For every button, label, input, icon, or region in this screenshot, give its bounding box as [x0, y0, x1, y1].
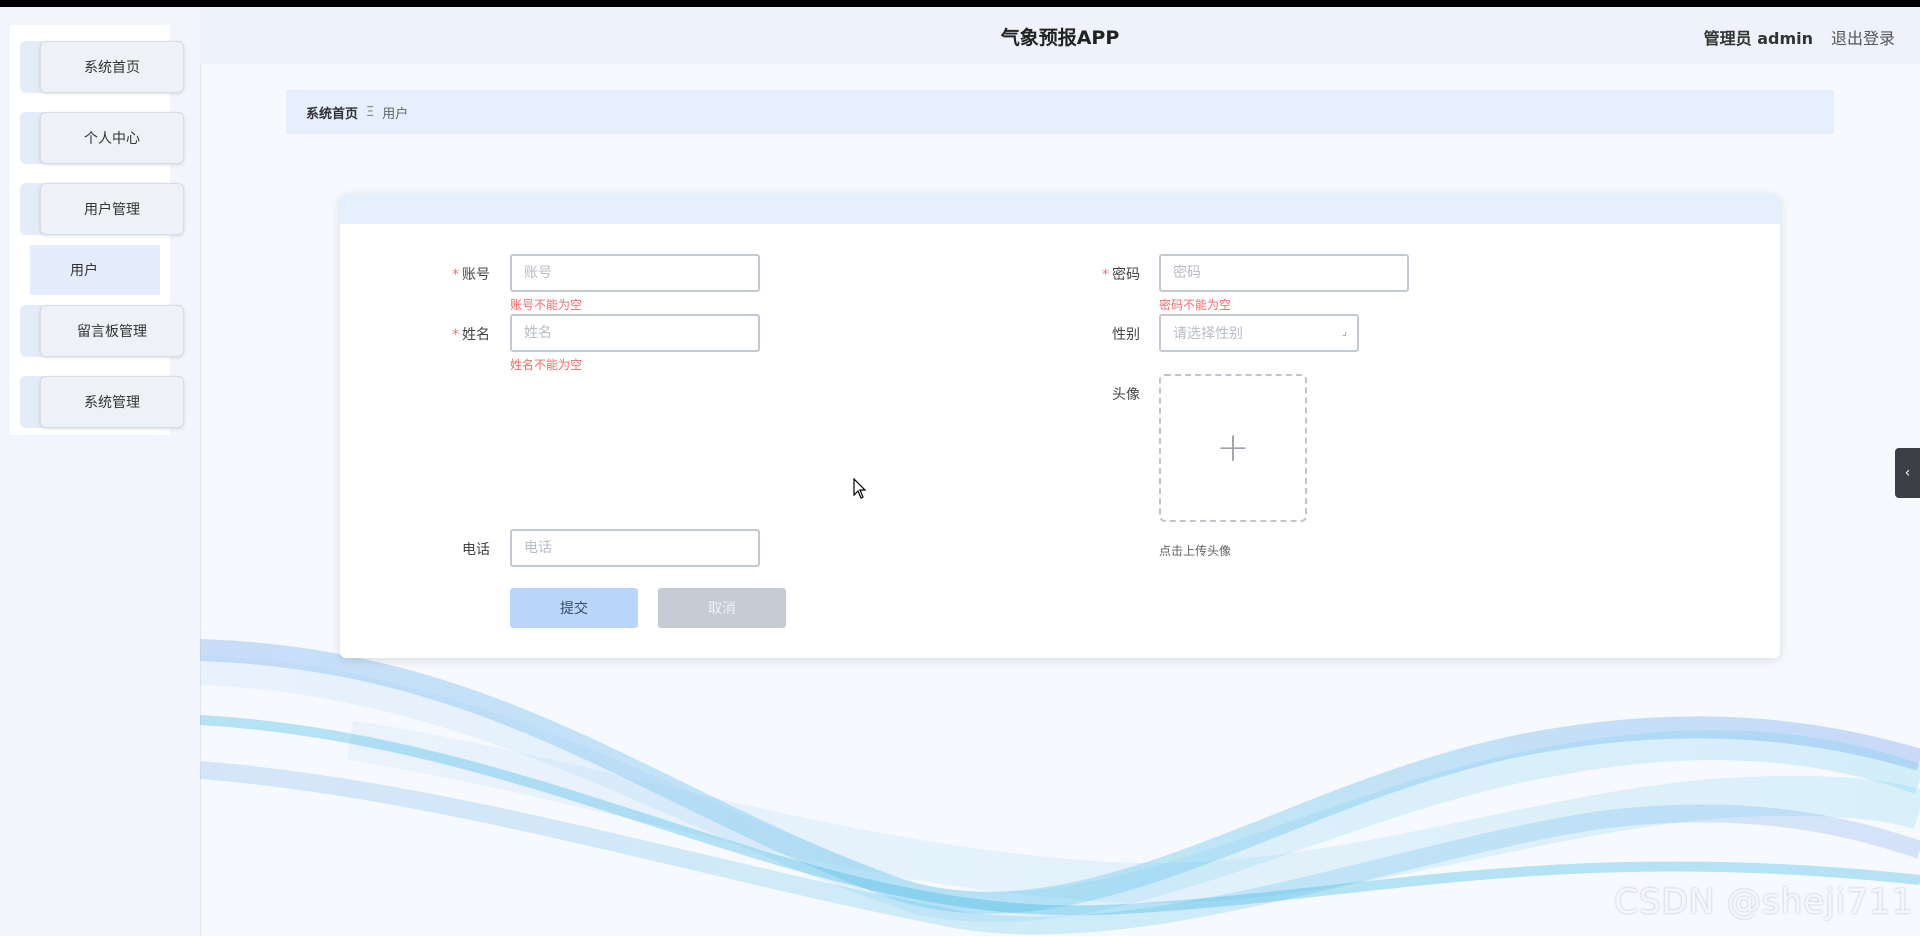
- sidebar-subitem-label: 用户: [70, 263, 98, 279]
- account-error: 账号不能为空: [510, 298, 583, 312]
- breadcrumb-home[interactable]: 系统首页: [306, 103, 358, 122]
- phone-label: 电话: [462, 542, 490, 558]
- submit-button[interactable]: 提交: [510, 588, 638, 628]
- sidebar-item-label: 系统首页: [84, 60, 140, 76]
- breadcrumb: 系统首页 Ξ 用户: [286, 90, 1834, 134]
- sidebar: 系统首页 个人中心 用户管理 用户 留言板管理 系统管理: [0, 7, 201, 936]
- breadcrumb-current: 用户: [382, 106, 409, 122]
- mouse-cursor-icon: [853, 478, 867, 499]
- name-error: 姓名不能为空: [510, 358, 583, 372]
- gender-placeholder: 请选择性别: [1173, 326, 1243, 342]
- sidebar-item-personal-center[interactable]: 个人中心: [20, 112, 184, 164]
- logout-link[interactable]: 退出登录: [1831, 25, 1895, 49]
- account-label-text: 账号: [462, 267, 490, 283]
- sidebar-item-label: 用户管理: [84, 202, 140, 218]
- header: 气象预报APP 管理员 admin 退出登录: [200, 7, 1920, 64]
- chevron-down-icon: ⌟: [1341, 325, 1347, 338]
- sidebar-item-message-board[interactable]: 留言板管理: [20, 305, 184, 357]
- sidebar-item-label: 系统管理: [84, 395, 140, 411]
- account-label: * 账号: [370, 264, 490, 284]
- admin-label: 管理员 admin: [1703, 29, 1813, 48]
- name-input[interactable]: [510, 314, 760, 352]
- card-header: [340, 194, 1780, 224]
- name-label-text: 姓名: [462, 327, 490, 343]
- plus-icon: +: [1216, 425, 1250, 471]
- cancel-button[interactable]: 取消: [658, 588, 786, 628]
- gender-select[interactable]: 请选择性别 ⌟: [1159, 314, 1359, 352]
- sidebar-item-user-management[interactable]: 用户管理: [20, 183, 184, 235]
- password-error: 密码不能为空: [1159, 298, 1232, 312]
- avatar-hint: 点击上传头像: [1159, 544, 1232, 558]
- breadcrumb-separator: Ξ: [366, 104, 375, 120]
- password-input[interactable]: [1159, 254, 1409, 292]
- account-input[interactable]: [510, 254, 760, 292]
- sidebar-item-system-management[interactable]: 系统管理: [20, 376, 184, 428]
- password-label: * 密码: [1020, 264, 1140, 284]
- avatar-uploader[interactable]: +: [1159, 374, 1307, 522]
- sidebar-subitem-user[interactable]: 用户: [30, 245, 160, 295]
- collapse-toggle[interactable]: ‹: [1895, 448, 1920, 498]
- sidebar-item-label: 个人中心: [84, 131, 140, 147]
- watermark: CSDN @sheji711: [1614, 882, 1914, 922]
- required-mark: *: [452, 327, 459, 343]
- chevron-left-icon: ‹: [1904, 465, 1911, 481]
- phone-input[interactable]: [510, 529, 760, 567]
- gender-label: 性别: [1112, 327, 1140, 343]
- sidebar-item-home[interactable]: 系统首页: [20, 41, 184, 93]
- sidebar-item-label: 留言板管理: [77, 324, 147, 340]
- top-strip: [0, 0, 1920, 7]
- required-mark: *: [1102, 267, 1109, 283]
- app-title: 气象预报APP: [1000, 27, 1120, 49]
- avatar-label: 头像: [1112, 387, 1140, 403]
- password-label-text: 密码: [1112, 267, 1140, 283]
- required-mark: *: [452, 267, 459, 283]
- form-card: *账号 账号不能为空 *密码 密码不能为空 *姓名 姓名不能为空 性别 请选择性…: [340, 194, 1780, 658]
- name-label: * 姓名: [370, 324, 490, 344]
